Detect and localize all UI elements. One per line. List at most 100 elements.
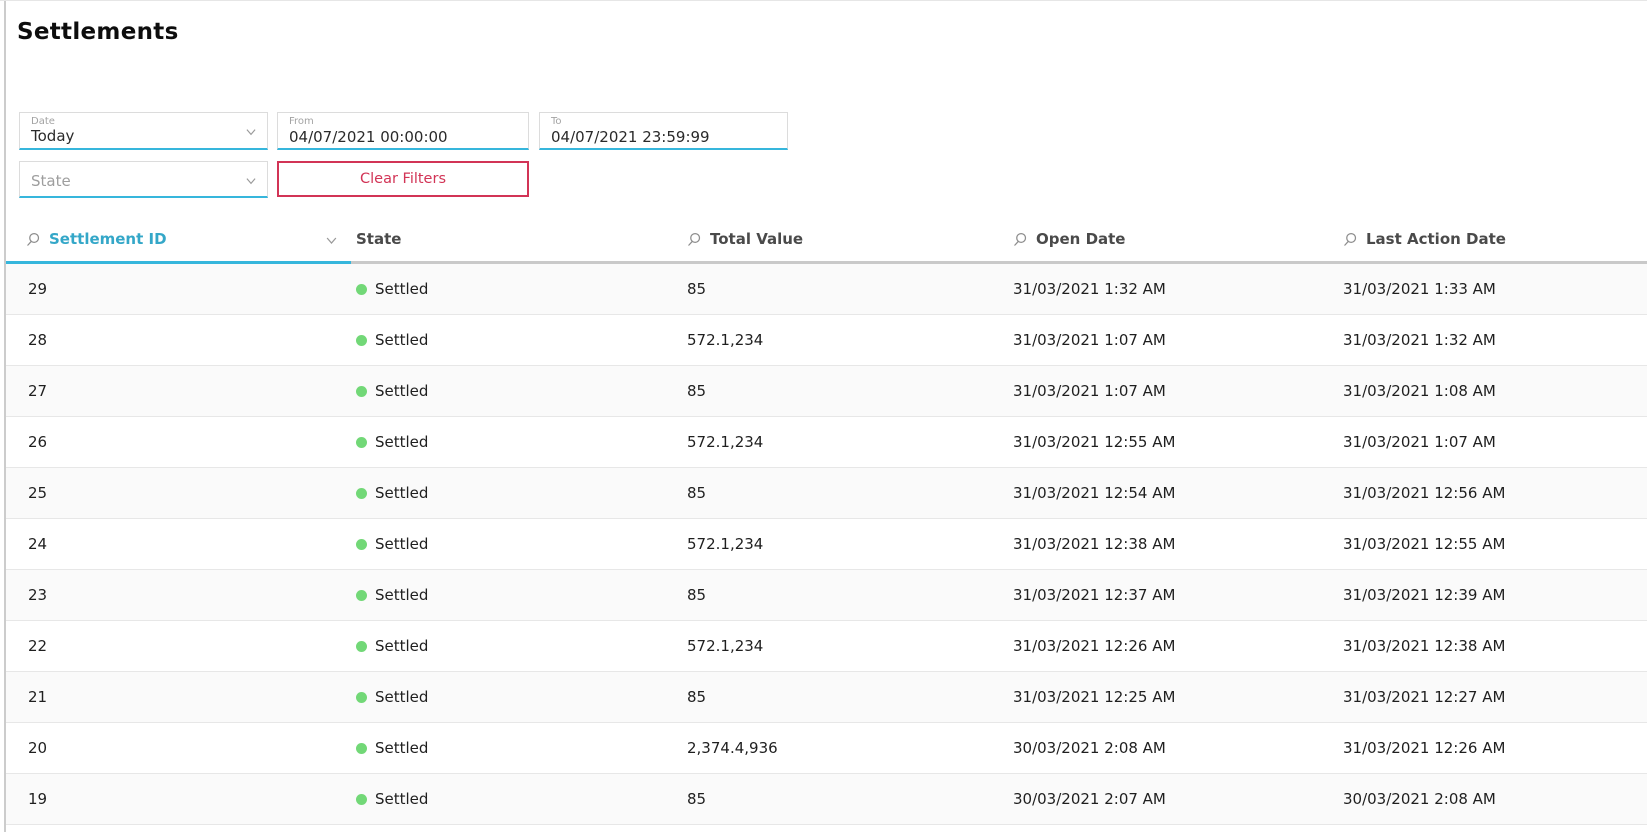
cell-total-value: 85 xyxy=(681,366,1008,416)
cell-total-value: 572.1,234 xyxy=(681,315,1008,365)
cell-last-action-date: 31/03/2021 1:32 AM xyxy=(1338,315,1647,365)
cell-state: Settled xyxy=(351,519,681,569)
table-row[interactable]: 28 Settled 572.1,234 31/03/2021 1:07 AM … xyxy=(6,315,1647,366)
to-datetime-field[interactable]: To xyxy=(539,112,788,150)
cell-state: Settled xyxy=(351,570,681,620)
cell-total-value: 85 xyxy=(681,570,1008,620)
cell-state: Settled xyxy=(351,264,681,314)
cell-last-action-date: 31/03/2021 12:55 AM xyxy=(1338,519,1647,569)
from-datetime-field[interactable]: From xyxy=(277,112,529,150)
clear-filters-button[interactable]: Clear Filters xyxy=(277,161,529,197)
cell-settlement-id: 20 xyxy=(6,723,351,773)
cell-state: Settled xyxy=(351,621,681,671)
table-row[interactable]: 19 Settled 85 30/03/2021 2:07 AM 30/03/2… xyxy=(6,774,1647,825)
table-row[interactable]: 22 Settled 572.1,234 31/03/2021 12:26 AM… xyxy=(6,621,1647,672)
to-field-label: To xyxy=(551,116,777,127)
cell-last-action-date: 31/03/2021 12:27 AM xyxy=(1338,672,1647,722)
search-icon[interactable] xyxy=(1013,232,1028,247)
cell-open-date: 30/03/2021 2:08 AM xyxy=(1008,723,1338,773)
cell-settlement-id: 28 xyxy=(6,315,351,365)
status-dot-icon xyxy=(356,794,367,805)
cell-state: Settled xyxy=(351,672,681,722)
column-label: Open Date xyxy=(1036,230,1125,248)
table-row[interactable]: 26 Settled 572.1,234 31/03/2021 12:55 AM… xyxy=(6,417,1647,468)
column-header-settlement-id[interactable]: Settlement ID xyxy=(6,217,351,264)
to-datetime-input[interactable] xyxy=(551,128,777,147)
state-filter-select[interactable]: State xyxy=(19,161,268,198)
status-dot-icon xyxy=(356,488,367,499)
table-row[interactable]: 20 Settled 2,374.4,936 30/03/2021 2:08 A… xyxy=(6,723,1647,774)
table-row[interactable]: 29 Settled 85 31/03/2021 1:32 AM 31/03/2… xyxy=(6,264,1647,315)
status-dot-icon xyxy=(356,641,367,652)
table-row[interactable]: 27 Settled 85 31/03/2021 1:07 AM 31/03/2… xyxy=(6,366,1647,417)
status-dot-icon xyxy=(356,692,367,703)
cell-settlement-id: 25 xyxy=(6,468,351,518)
cell-open-date: 30/03/2021 2:07 AM xyxy=(1008,774,1338,824)
from-datetime-input[interactable] xyxy=(289,128,518,147)
cell-settlement-id: 29 xyxy=(6,264,351,314)
cell-state: Settled xyxy=(351,315,681,365)
status-dot-icon xyxy=(356,743,367,754)
status-dot-icon xyxy=(356,590,367,601)
cell-state: Settled xyxy=(351,417,681,467)
state-label: Settled xyxy=(375,280,428,298)
column-label: Total Value xyxy=(710,230,803,248)
state-label: Settled xyxy=(375,586,428,604)
chevron-down-icon xyxy=(244,125,258,139)
table-body: 29 Settled 85 31/03/2021 1:32 AM 31/03/2… xyxy=(6,264,1647,825)
column-header-state[interactable]: State xyxy=(351,217,681,264)
cell-settlement-id: 26 xyxy=(6,417,351,467)
state-label: Settled xyxy=(375,790,428,808)
state-label: Settled xyxy=(375,535,428,553)
search-icon[interactable] xyxy=(1343,232,1358,247)
cell-open-date: 31/03/2021 12:37 AM xyxy=(1008,570,1338,620)
cell-settlement-id: 19 xyxy=(6,774,351,824)
cell-state: Settled xyxy=(351,774,681,824)
cell-state: Settled xyxy=(351,366,681,416)
status-dot-icon xyxy=(356,335,367,346)
cell-total-value: 572.1,234 xyxy=(681,621,1008,671)
state-label: Settled xyxy=(375,739,428,757)
table-row[interactable]: 23 Settled 85 31/03/2021 12:37 AM 31/03/… xyxy=(6,570,1647,621)
status-dot-icon xyxy=(356,539,367,550)
page-title: Settlements xyxy=(17,19,179,45)
date-filter-select[interactable]: Date Today xyxy=(19,112,268,150)
cell-settlement-id: 23 xyxy=(6,570,351,620)
table-row[interactable]: 21 Settled 85 31/03/2021 12:25 AM 31/03/… xyxy=(6,672,1647,723)
cell-settlement-id: 27 xyxy=(6,366,351,416)
date-filter-value: Today xyxy=(31,127,257,146)
chevron-down-icon xyxy=(244,174,258,188)
column-header-last-action-date[interactable]: Last Action Date xyxy=(1338,217,1647,264)
status-dot-icon xyxy=(356,437,367,448)
cell-open-date: 31/03/2021 12:38 AM xyxy=(1008,519,1338,569)
cell-total-value: 572.1,234 xyxy=(681,417,1008,467)
state-label: Settled xyxy=(375,688,428,706)
cell-total-value: 85 xyxy=(681,264,1008,314)
cell-last-action-date: 31/03/2021 12:38 AM xyxy=(1338,621,1647,671)
cell-open-date: 31/03/2021 1:32 AM xyxy=(1008,264,1338,314)
cell-total-value: 85 xyxy=(681,774,1008,824)
cell-open-date: 31/03/2021 12:54 AM xyxy=(1008,468,1338,518)
cell-last-action-date: 31/03/2021 1:33 AM xyxy=(1338,264,1647,314)
date-filter-label: Date xyxy=(31,116,257,127)
cell-state: Settled xyxy=(351,468,681,518)
search-icon[interactable] xyxy=(687,232,702,247)
cell-last-action-date: 31/03/2021 1:08 AM xyxy=(1338,366,1647,416)
column-label: Last Action Date xyxy=(1366,230,1506,248)
status-dot-icon xyxy=(356,284,367,295)
from-field-label: From xyxy=(289,116,518,127)
cell-settlement-id: 24 xyxy=(6,519,351,569)
chevron-down-icon[interactable] xyxy=(324,233,339,248)
table-row[interactable]: 24 Settled 572.1,234 31/03/2021 12:38 AM… xyxy=(6,519,1647,570)
column-header-open-date[interactable]: Open Date xyxy=(1008,217,1338,264)
cell-settlement-id: 21 xyxy=(6,672,351,722)
state-filter-placeholder: State xyxy=(31,165,257,197)
table-row[interactable]: 25 Settled 85 31/03/2021 12:54 AM 31/03/… xyxy=(6,468,1647,519)
cell-last-action-date: 31/03/2021 1:07 AM xyxy=(1338,417,1647,467)
column-header-total-value[interactable]: Total Value xyxy=(681,217,1008,264)
column-label: Settlement ID xyxy=(49,230,167,248)
status-dot-icon xyxy=(356,386,367,397)
cell-total-value: 85 xyxy=(681,672,1008,722)
search-icon[interactable] xyxy=(26,232,41,247)
cell-open-date: 31/03/2021 12:25 AM xyxy=(1008,672,1338,722)
